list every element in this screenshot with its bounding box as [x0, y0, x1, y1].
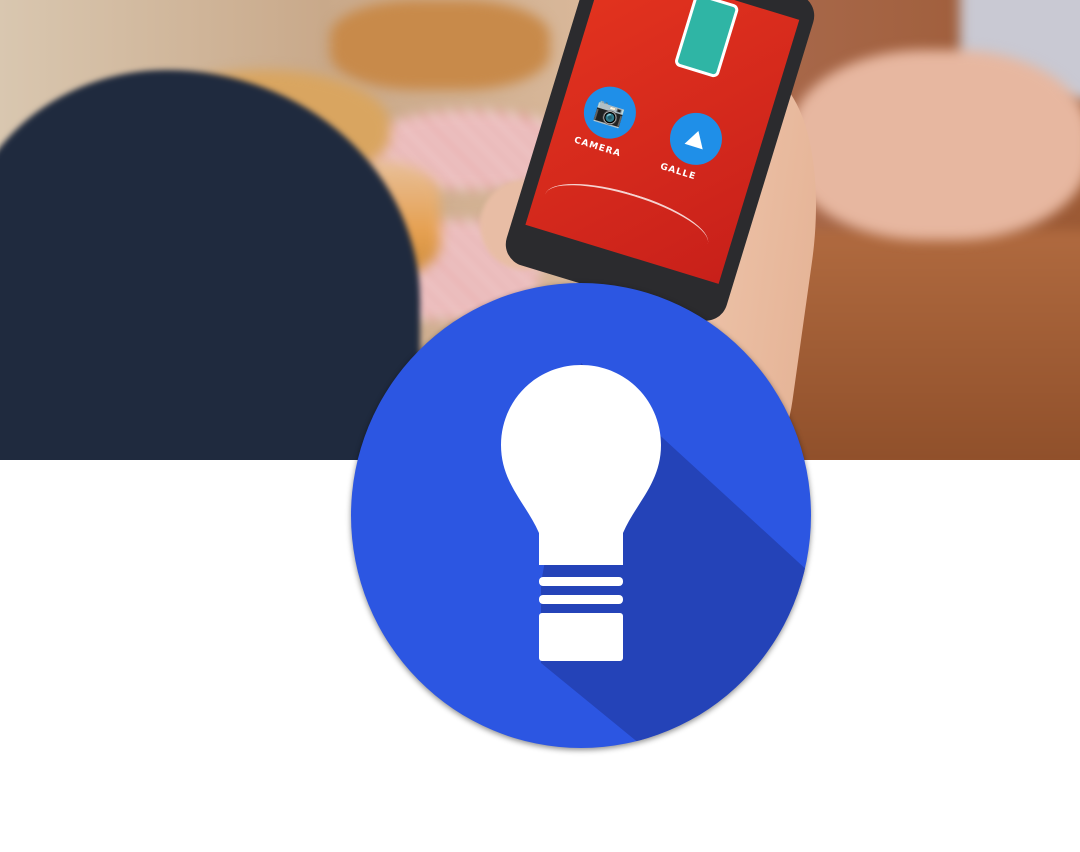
image-icon: ⛰ [682, 122, 710, 156]
burger-back [330, 0, 550, 90]
gallery-button[interactable]: ⛰ [663, 106, 729, 172]
phone-in-hand-icon [673, 0, 740, 79]
camera-label: CAMERA [572, 135, 623, 160]
food-line-art [537, 169, 716, 269]
background-hand [790, 50, 1080, 240]
lightbulb-icon [501, 363, 811, 748]
camera-button[interactable]: 📷 [577, 80, 643, 146]
lightbulb-badge [351, 283, 811, 748]
camera-icon: 📷 [591, 94, 629, 131]
gallery-label: GALLE [658, 161, 698, 183]
